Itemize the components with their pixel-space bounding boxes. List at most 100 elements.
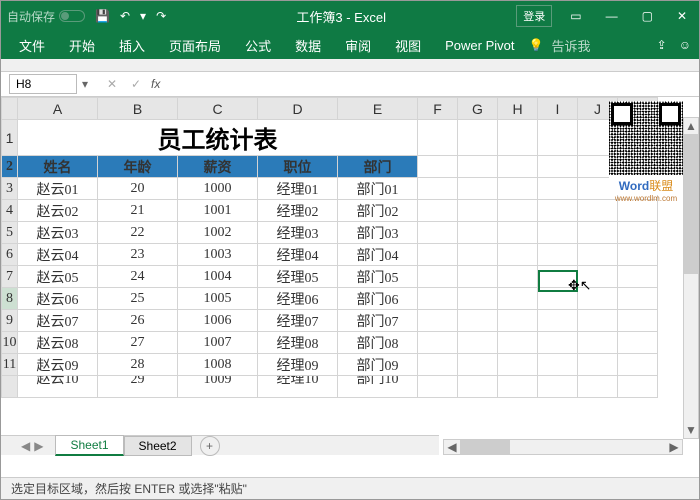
data-cell[interactable]: 部门06 bbox=[338, 288, 418, 310]
scroll-right-icon[interactable]: ▶ bbox=[666, 440, 682, 454]
sheet-tab-2[interactable]: Sheet2 bbox=[124, 436, 192, 456]
row-header[interactable] bbox=[2, 376, 18, 398]
ribbon-display-icon[interactable]: ▭ bbox=[564, 7, 587, 25]
data-cell[interactable]: 23 bbox=[98, 244, 178, 266]
close-icon[interactable]: ✕ bbox=[671, 7, 693, 25]
tab-view[interactable]: 视图 bbox=[385, 32, 431, 59]
data-cell[interactable]: 部门08 bbox=[338, 332, 418, 354]
fx-icon[interactable]: fx bbox=[151, 77, 160, 91]
row-header[interactable]: 6 bbox=[2, 244, 18, 266]
data-cell[interactable]: 经理03 bbox=[258, 222, 338, 244]
tab-formula[interactable]: 公式 bbox=[235, 32, 281, 59]
data-cell[interactable]: 部门04 bbox=[338, 244, 418, 266]
tab-layout[interactable]: 页面布局 bbox=[159, 32, 231, 59]
data-cell[interactable]: 29 bbox=[98, 376, 178, 398]
data-cell[interactable]: 经理07 bbox=[258, 310, 338, 332]
data-cell[interactable]: 赵云03 bbox=[18, 222, 98, 244]
data-cell[interactable]: 部门10 bbox=[338, 376, 418, 398]
data-cell[interactable]: 经理02 bbox=[258, 200, 338, 222]
data-cell[interactable]: 26 bbox=[98, 310, 178, 332]
data-cell[interactable]: 24 bbox=[98, 266, 178, 288]
data-cell[interactable]: 1007 bbox=[178, 332, 258, 354]
horizontal-scrollbar[interactable]: ◀ ▶ bbox=[443, 439, 683, 455]
scroll-up-icon[interactable]: ▲ bbox=[684, 118, 698, 134]
data-cell[interactable]: 经理06 bbox=[258, 288, 338, 310]
row-header[interactable]: 5 bbox=[2, 222, 18, 244]
minimize-icon[interactable]: — bbox=[600, 7, 624, 25]
tab-nav-left-icon[interactable]: ◀ bbox=[21, 439, 30, 453]
data-cell[interactable]: 部门03 bbox=[338, 222, 418, 244]
vertical-scrollbar[interactable]: ▲ ▼ bbox=[683, 117, 699, 439]
scroll-left-icon[interactable]: ◀ bbox=[444, 440, 460, 454]
formula-bar[interactable] bbox=[164, 74, 699, 94]
sheet-tab-1[interactable]: Sheet1 bbox=[55, 435, 123, 456]
data-cell[interactable]: 赵云06 bbox=[18, 288, 98, 310]
data-cell[interactable]: 1006 bbox=[178, 310, 258, 332]
save-icon[interactable]: 💾 bbox=[95, 9, 110, 23]
namebox-dropdown-icon[interactable]: ▾ bbox=[77, 77, 93, 91]
data-cell[interactable]: 赵云05 bbox=[18, 266, 98, 288]
maximize-icon[interactable]: ▢ bbox=[636, 7, 659, 25]
undo-icon[interactable]: ↶ bbox=[120, 9, 130, 23]
tab-insert[interactable]: 插入 bbox=[109, 32, 155, 59]
data-cell[interactable]: 赵云09 bbox=[18, 354, 98, 376]
add-sheet-button[interactable]: + bbox=[200, 436, 220, 456]
data-cell[interactable]: 赵云10 bbox=[18, 376, 98, 398]
col-header[interactable]: E bbox=[338, 98, 418, 120]
data-cell[interactable]: 部门02 bbox=[338, 200, 418, 222]
feedback-icon[interactable]: ☺ bbox=[679, 38, 691, 52]
login-button[interactable]: 登录 bbox=[516, 5, 552, 27]
col-header[interactable]: I bbox=[538, 98, 578, 120]
cancel-formula-icon[interactable]: ✕ bbox=[103, 77, 121, 91]
col-header[interactable]: A bbox=[18, 98, 98, 120]
scroll-down-icon[interactable]: ▼ bbox=[684, 422, 698, 438]
data-cell[interactable]: 1002 bbox=[178, 222, 258, 244]
data-cell[interactable]: 赵云02 bbox=[18, 200, 98, 222]
data-cell[interactable]: 1000 bbox=[178, 178, 258, 200]
data-cell[interactable]: 1005 bbox=[178, 288, 258, 310]
row-header[interactable]: 10 bbox=[2, 332, 18, 354]
row-header[interactable]: 9 bbox=[2, 310, 18, 332]
data-cell[interactable]: 1001 bbox=[178, 200, 258, 222]
row-header[interactable]: 4 bbox=[2, 200, 18, 222]
data-cell[interactable]: 22 bbox=[98, 222, 178, 244]
data-cell[interactable]: 经理09 bbox=[258, 354, 338, 376]
row-header[interactable]: 2 bbox=[2, 156, 18, 178]
vscroll-thumb[interactable] bbox=[684, 134, 698, 274]
col-header[interactable]: G bbox=[458, 98, 498, 120]
row-header[interactable]: 8 bbox=[2, 288, 18, 310]
data-cell[interactable]: 赵云04 bbox=[18, 244, 98, 266]
col-header[interactable]: F bbox=[418, 98, 458, 120]
tab-powerpivot[interactable]: Power Pivot bbox=[435, 34, 524, 57]
col-header[interactable]: D bbox=[258, 98, 338, 120]
data-cell[interactable]: 28 bbox=[98, 354, 178, 376]
row-header[interactable]: 11 bbox=[2, 354, 18, 376]
tab-file[interactable]: 文件 bbox=[9, 32, 55, 59]
tab-nav-right-icon[interactable]: ▶ bbox=[34, 439, 43, 453]
data-cell[interactable]: 1004 bbox=[178, 266, 258, 288]
data-cell[interactable]: 部门07 bbox=[338, 310, 418, 332]
undo-dd-icon[interactable]: ▾ bbox=[140, 9, 146, 23]
data-cell[interactable]: 1009 bbox=[178, 376, 258, 398]
tab-home[interactable]: 开始 bbox=[59, 32, 105, 59]
col-header[interactable]: C bbox=[178, 98, 258, 120]
col-header[interactable]: B bbox=[98, 98, 178, 120]
data-cell[interactable]: 经理08 bbox=[258, 332, 338, 354]
data-cell[interactable]: 经理04 bbox=[258, 244, 338, 266]
data-cell[interactable]: 1003 bbox=[178, 244, 258, 266]
data-cell[interactable]: 25 bbox=[98, 288, 178, 310]
data-cell[interactable]: 20 bbox=[98, 178, 178, 200]
data-cell[interactable]: 赵云07 bbox=[18, 310, 98, 332]
row-header[interactable]: 3 bbox=[2, 178, 18, 200]
tellme-input[interactable]: 告诉我 bbox=[551, 36, 590, 55]
data-cell[interactable]: 1008 bbox=[178, 354, 258, 376]
row-header[interactable]: 1 bbox=[2, 120, 18, 156]
tab-review[interactable]: 审阅 bbox=[335, 32, 381, 59]
data-cell[interactable]: 经理10 bbox=[258, 376, 338, 398]
redo-icon[interactable]: ↷ bbox=[156, 9, 166, 23]
share-icon[interactable]: ⇪ bbox=[657, 38, 667, 52]
enter-formula-icon[interactable]: ✓ bbox=[127, 77, 145, 91]
data-cell[interactable]: 27 bbox=[98, 332, 178, 354]
autosave-toggle[interactable]: 自动保存 bbox=[7, 8, 85, 25]
data-cell[interactable]: 部门05 bbox=[338, 266, 418, 288]
